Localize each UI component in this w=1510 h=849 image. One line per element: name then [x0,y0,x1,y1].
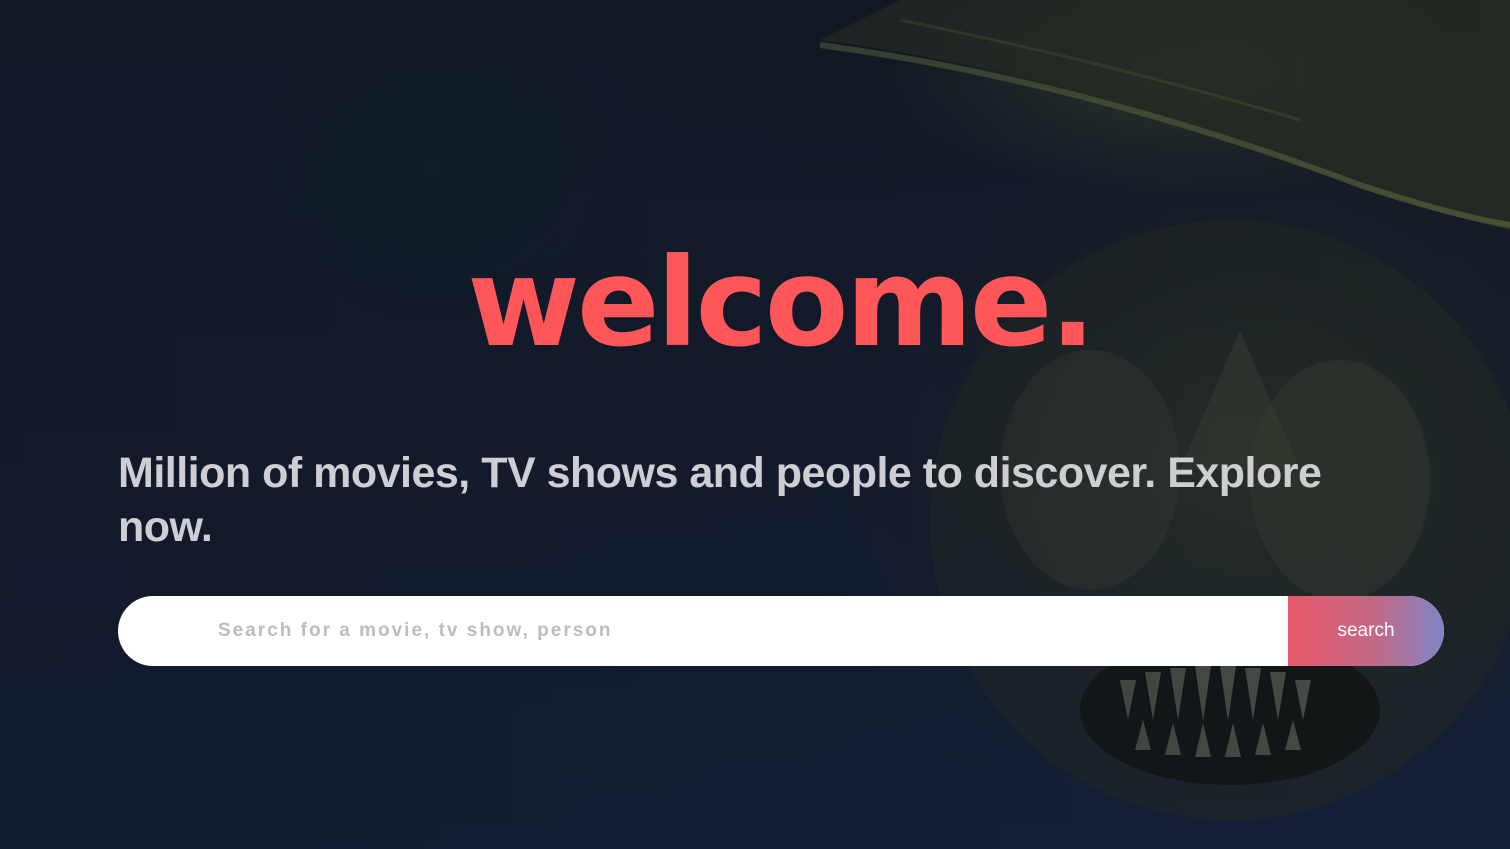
page-title: welcome. [467,232,1096,374]
hero-background-image [819,0,1510,820]
search-button[interactable]: search [1288,596,1444,666]
hero-banner: welcome. Million of movies, TV shows and… [0,0,1510,849]
search-form: search [118,596,1444,666]
search-input[interactable] [118,596,1288,666]
hero-subtitle: Million of movies, TV shows and people t… [118,449,1322,551]
hero-overlay [0,0,1510,849]
